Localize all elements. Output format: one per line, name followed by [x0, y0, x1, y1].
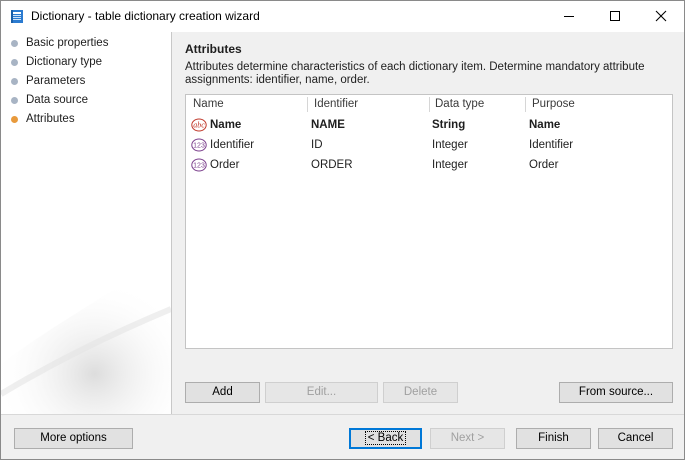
cell-purpose: Name: [529, 119, 561, 131]
step-label: Attributes: [26, 113, 75, 125]
column-divider[interactable]: [525, 97, 526, 112]
page-title: Attributes: [185, 42, 242, 56]
column-divider[interactable]: [429, 97, 430, 112]
next-button[interactable]: Next >: [430, 428, 505, 449]
step-label: Parameters: [26, 75, 86, 87]
maximize-button[interactable]: [592, 1, 638, 32]
sidebar-decoration: [1, 254, 171, 414]
cell-purpose: Order: [529, 159, 559, 171]
step-label: Data source: [26, 94, 89, 106]
more-options-button[interactable]: More options: [14, 428, 133, 449]
back-button[interactable]: < Back: [349, 428, 422, 449]
from-source-button[interactable]: From source...: [559, 382, 673, 403]
svg-text:123: 123: [193, 143, 205, 150]
cancel-button[interactable]: Cancel: [598, 428, 673, 449]
window-title: Dictionary - table dictionary creation w…: [31, 9, 260, 23]
dictionary-app-icon: [11, 10, 23, 23]
step-indicator-icon: [11, 40, 18, 47]
cell-identifier: ID: [311, 139, 323, 151]
column-header-identifier[interactable]: Identifier: [314, 98, 358, 110]
svg-text:abc: abc: [193, 121, 205, 130]
string-type-icon: abc: [191, 118, 207, 132]
integer-type-icon: 123: [191, 158, 207, 172]
delete-attribute-button[interactable]: Delete: [383, 382, 458, 403]
step-label: Dictionary type: [26, 56, 103, 68]
cell-data-type: Integer: [432, 159, 468, 171]
cell-data-type: Integer: [432, 139, 468, 151]
add-attribute-button[interactable]: Add: [185, 382, 260, 403]
cell-identifier: ORDER: [311, 159, 353, 171]
footer-divider: [1, 414, 684, 415]
wizard-steps-sidebar: Basic properties Dictionary type Paramet…: [1, 32, 171, 414]
table-row[interactable]: abc Name NAME String Name: [186, 115, 672, 135]
column-header-data-type[interactable]: Data type: [435, 98, 484, 110]
step-label: Basic properties: [26, 37, 109, 49]
attributes-table[interactable]: Name Identifier Data type Purpose abc Na…: [185, 94, 673, 349]
cell-name: Identifier: [210, 139, 255, 151]
minimize-button[interactable]: [546, 1, 592, 32]
step-active-indicator-icon: [11, 116, 18, 123]
cell-name: Name: [210, 119, 242, 131]
page-description: Attributes determine characteristics of …: [185, 61, 645, 86]
step-indicator-icon: [11, 59, 18, 66]
close-button[interactable]: [638, 1, 684, 32]
column-divider[interactable]: [307, 97, 308, 112]
step-indicator-icon: [11, 97, 18, 104]
svg-text:123: 123: [193, 163, 205, 170]
title-bar: Dictionary - table dictionary creation w…: [1, 1, 684, 32]
cell-data-type: String: [432, 119, 466, 131]
wizard-window: Dictionary - table dictionary creation w…: [0, 0, 685, 460]
cell-purpose: Identifier: [529, 139, 574, 151]
step-indicator-icon: [11, 78, 18, 85]
maximize-icon: [610, 11, 620, 21]
table-row[interactable]: 123 Identifier ID Integer Identifier: [186, 135, 672, 155]
table-header: Name Identifier Data type Purpose: [186, 95, 672, 114]
edit-attribute-button[interactable]: Edit...: [265, 382, 378, 403]
minimize-icon: [564, 16, 574, 17]
table-row[interactable]: 123 Order ORDER Integer Order: [186, 155, 672, 175]
cell-name: Order: [210, 159, 240, 171]
integer-type-icon: 123: [191, 138, 207, 152]
close-icon: [655, 10, 667, 22]
finish-button[interactable]: Finish: [516, 428, 591, 449]
column-header-name[interactable]: Name: [193, 98, 224, 110]
sidebar-divider: [171, 32, 172, 414]
cell-identifier: NAME: [311, 119, 345, 131]
column-header-purpose[interactable]: Purpose: [532, 98, 575, 110]
